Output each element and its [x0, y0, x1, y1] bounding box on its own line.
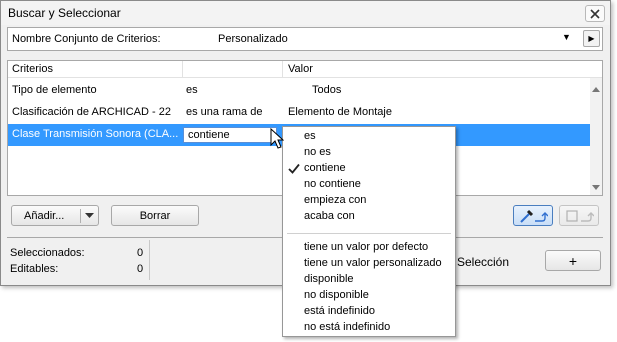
row-criterio: Clase Transmisión Sonora (CLA...	[12, 128, 179, 140]
menu-item-contiene[interactable]: contiene	[304, 162, 346, 174]
selected-label: Seleccionados:	[10, 247, 85, 259]
panel-divider	[149, 240, 150, 280]
row-valor[interactable]: Elemento de Montaje	[288, 106, 392, 118]
menu-item-no-indefinido[interactable]: no está indefinido	[304, 321, 390, 333]
operator-dropdown-menu: es no es contiene no contiene empieza co…	[282, 126, 456, 337]
grid-header: Criterios Valor	[8, 61, 602, 78]
eyedropper-icon	[520, 209, 548, 223]
scroll-up-icon[interactable]	[592, 86, 600, 92]
criteria-set-menu-button[interactable]: ▶	[583, 30, 600, 47]
menu-item-indefinido[interactable]: está indefinido	[304, 305, 375, 317]
row-operador[interactable]: es	[186, 84, 198, 96]
menu-item-no-disponible[interactable]: no disponible	[304, 289, 369, 301]
row-operador[interactable]: es una rama de	[186, 106, 262, 118]
editable-label: Editables:	[10, 263, 59, 275]
operator-combo[interactable]: contiene	[183, 127, 277, 143]
table-row[interactable]: Clasificación de ARCHICAD - 22 es una ra…	[8, 102, 590, 124]
grid-scrollbar[interactable]	[590, 78, 602, 195]
row-valor[interactable]: Todos	[312, 84, 341, 96]
menu-item-valor-defecto[interactable]: tiene un valor por defecto	[304, 241, 428, 253]
scroll-down-icon[interactable]	[592, 185, 600, 191]
menu-item-no-contiene[interactable]: no contiene	[304, 178, 361, 190]
table-row[interactable]: Tipo de elemento es Todos	[8, 80, 590, 102]
menu-item-no-es[interactable]: no es	[304, 146, 331, 158]
close-button[interactable]	[585, 5, 605, 22]
mouse-cursor-icon	[270, 128, 284, 149]
header-criterios: Criterios	[12, 63, 53, 75]
close-icon	[590, 8, 600, 19]
play-icon: ▶	[588, 34, 595, 43]
criteria-set-value: Personalizado	[218, 33, 288, 45]
menu-item-disponible[interactable]: disponible	[304, 273, 354, 285]
add-button-label: Añadir...	[24, 210, 65, 222]
column-separator[interactable]	[182, 61, 183, 78]
selected-value: 0	[137, 247, 144, 259]
select-frame-icon	[566, 209, 594, 222]
criteria-set-row[interactable]: Nombre Conjunto de Criterios: Personaliz…	[7, 27, 603, 51]
row-criterio: Clasificación de ARCHICAD - 22	[12, 106, 171, 118]
add-selection-button[interactable]: +	[545, 250, 601, 271]
menu-item-acaba-con[interactable]: acaba con	[304, 210, 355, 222]
pick-up-criteria-button[interactable]	[513, 205, 553, 226]
criteria-set-label: Nombre Conjunto de Criterios:	[12, 33, 161, 45]
window-title: Buscar y Seleccionar	[8, 6, 121, 20]
delete-button[interactable]: Borrar	[111, 205, 199, 226]
title-bar: Buscar y Seleccionar	[1, 1, 610, 25]
menu-item-valor-personalizado[interactable]: tiene un valor personalizado	[304, 257, 442, 269]
operator-combo-value: contiene	[188, 129, 230, 141]
select-frame-button[interactable]	[559, 205, 599, 226]
header-valor: Valor	[288, 63, 313, 75]
column-separator[interactable]	[282, 61, 283, 78]
add-button[interactable]: Añadir...	[11, 205, 99, 226]
chevron-down-icon[interactable]: ▼	[562, 32, 571, 42]
menu-separator	[287, 233, 451, 234]
chevron-down-icon[interactable]	[85, 213, 94, 219]
editable-value: 0	[137, 263, 144, 275]
checkmark-icon	[288, 163, 300, 174]
menu-item-empieza-con[interactable]: empieza con	[304, 194, 366, 206]
plus-label: +	[568, 252, 578, 269]
split-divider	[80, 209, 81, 223]
row-criterio: Tipo de elemento	[12, 84, 97, 96]
menu-item-es[interactable]: es	[304, 130, 316, 142]
selection-label: Selección	[457, 255, 510, 269]
delete-button-label: Borrar	[139, 209, 171, 222]
